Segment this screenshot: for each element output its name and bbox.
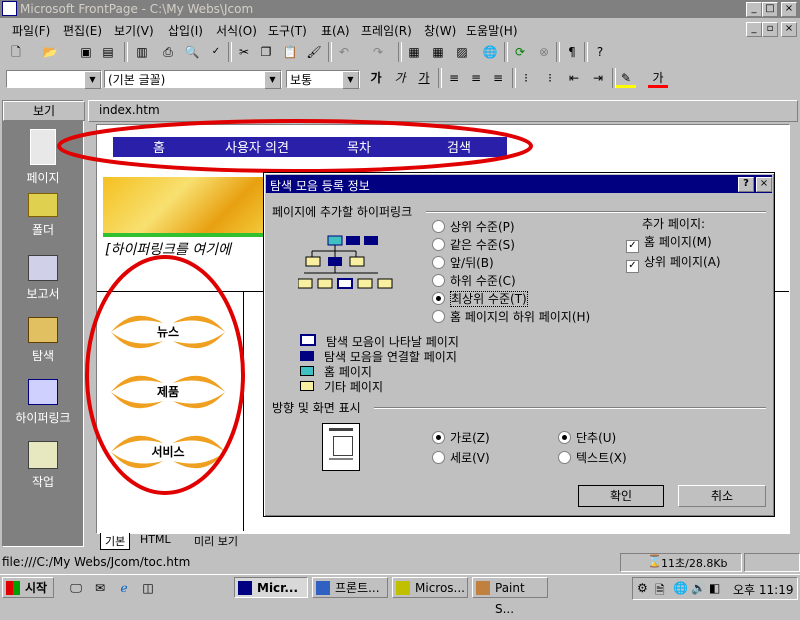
radio-icon [432,310,445,323]
page-outline-icon [300,334,316,346]
dialog-title-bar: 탐색 모음 등록 정보 ? × [266,175,772,193]
tray-icon[interactable]: 🗎 [655,581,665,602]
explorer-icon [396,581,410,595]
home-page-icon [300,366,314,376]
hyperlinks-section-label: 페이지에 추가할 하이퍼링크 [272,205,413,219]
radio-same-level[interactable]: 같은 수준(S) [432,236,515,253]
cancel-button[interactable]: 취소 [678,485,766,507]
radio-back-next[interactable]: 앞/뒤(B) [432,254,494,271]
system-tray: ⚙ 🗎 🌐 🔊 ◧ 오후 11:19 [632,577,798,600]
additional-pages-label: 추가 페이지: [642,217,706,231]
radio-icon [558,451,571,464]
radio-vertical[interactable]: 세로(V) [432,449,490,466]
radio-icon [432,256,445,269]
windows-logo-icon [6,581,20,595]
radio-selected-icon [558,431,571,444]
radio-selected-icon [432,292,445,305]
page-filled-icon [300,351,314,361]
help-button[interactable]: ? [738,177,754,192]
quicklaunch-desktop-icon[interactable]: 🖵 [66,578,86,598]
annotation-ellipse-cards [85,255,245,495]
quicklaunch-outlook-icon[interactable]: ✉ [90,578,110,598]
radio-icon [432,451,445,464]
volume-icon[interactable]: 🔊 [691,581,706,595]
dialog-close-button[interactable]: × [756,177,772,192]
task-microsoft[interactable]: Micros... [392,577,468,598]
radio-icon [432,238,445,251]
start-button[interactable]: 시작 [2,577,54,598]
taskbar: 시작 🖵 ✉ ℯ ◫ Micr... 프론트... Micros... Pain… [0,574,800,616]
quicklaunch-channels-icon[interactable]: ◫ [138,578,158,598]
tray-icon[interactable]: ⚙ [637,581,648,595]
hourglass-icon: ⌛ [647,554,662,568]
word-icon [316,581,330,595]
radio-horizontal[interactable]: 가로(Z) [432,429,490,446]
radio-icon [432,220,445,233]
status-bar: file:///C:/My Webs/Jcom/toc.htm ⌛ 11초/28… [0,553,800,572]
task-paint-shop[interactable]: Paint S... [472,577,548,616]
radio-child-of-home[interactable]: 홈 페이지의 하위 페이지(H) [432,308,590,325]
radio-selected-icon [432,431,445,444]
paint-shop-icon [476,581,490,595]
radio-buttons[interactable]: 단추(U) [558,429,616,446]
section-divider [426,211,766,213]
site-structure-diagram [298,235,393,289]
radio-icon [432,274,445,287]
tray-icon[interactable]: ◧ [709,581,720,595]
checkmark-icon: ✓ [626,260,639,273]
clock[interactable]: 오후 11:19 [733,581,793,598]
frontpage-icon [238,581,252,595]
checkbox-parent-page[interactable]: ✓ 상위 페이지(A) [626,253,721,273]
radio-top-level[interactable]: 최상위 수준(T) [432,290,528,307]
section-divider [374,407,766,409]
radio-child-level[interactable]: 하위 수준(C) [432,272,516,289]
radio-parent-level[interactable]: 상위 수준(P) [432,218,515,235]
task-frontpage-express[interactable]: 프론트... [312,577,388,598]
dialog-title: 탐색 모음 등록 정보 [270,179,370,193]
task-frontpage[interactable]: Micr... [234,577,308,598]
checkbox-home-page[interactable]: ✓ 홈 페이지(M) [626,233,712,253]
tray-icon[interactable]: 🌐 [673,581,688,595]
checkmark-icon: ✓ [626,240,639,253]
legend-other-page: 기타 페이지 [300,378,383,395]
navigation-bar-properties-dialog: 탐색 모음 등록 정보 ? × 페이지에 추가할 하이퍼링크 상위 수준(P) … [263,172,775,517]
status-panel [744,553,800,572]
annotation-ellipse-navbar [57,119,533,173]
status-download-panel: ⌛ 11초/28.8Kb [620,553,742,572]
radio-text[interactable]: 텍스트(X) [558,449,627,466]
status-path: file:///C:/My Webs/Jcom/toc.htm [2,555,191,569]
ok-button[interactable]: 확인 [578,485,664,507]
quicklaunch-ie-icon[interactable]: ℯ [114,578,134,598]
other-page-icon [300,381,314,391]
orientation-section-label: 방향 및 화면 표시 [272,401,361,415]
orientation-preview-icon [322,423,360,471]
